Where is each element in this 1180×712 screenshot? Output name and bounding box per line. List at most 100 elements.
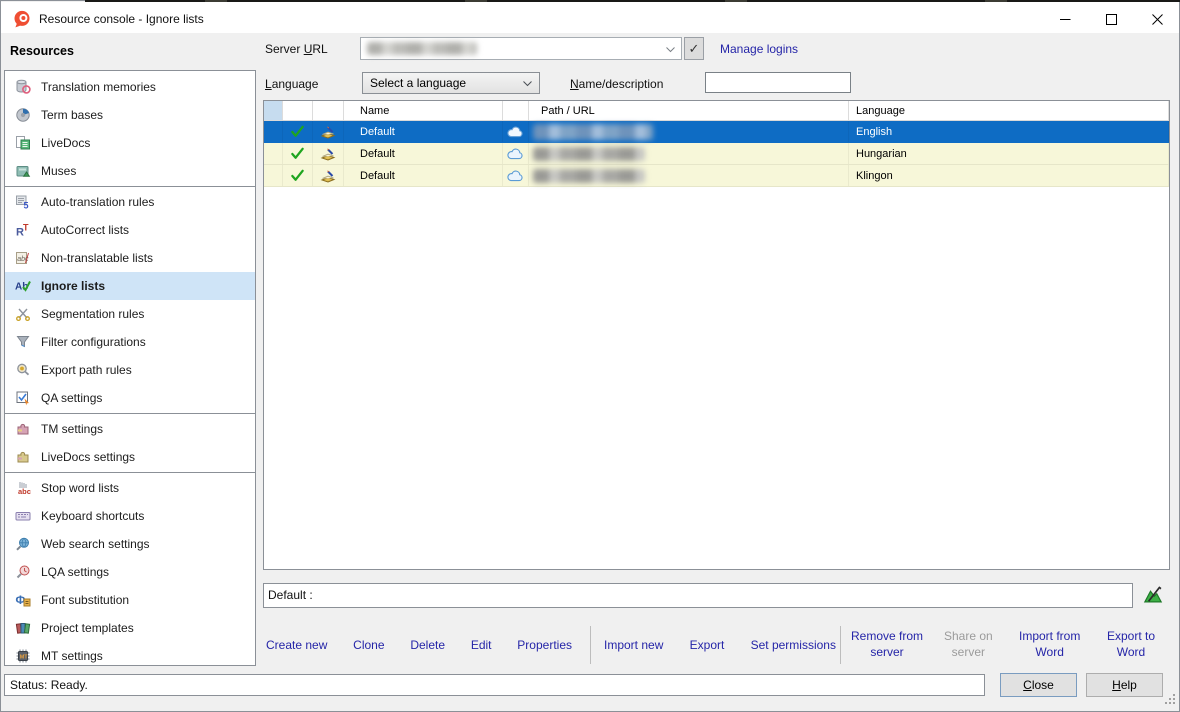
set-permissions-button[interactable]: Set permissions	[751, 638, 836, 652]
cell-name: Default	[344, 143, 503, 164]
close-button[interactable]: Close	[1000, 673, 1077, 697]
create-new-button[interactable]: Create new	[266, 638, 327, 652]
sidebar-item-filter-configurations[interactable]: Filter configurations	[5, 328, 255, 356]
keyboard-shortcuts-icon	[14, 508, 32, 524]
sidebar-item-translation-memories[interactable]: Translation memories	[5, 73, 255, 101]
sidebar-item-muses[interactable]: Muses	[5, 157, 255, 185]
cloud-icon	[503, 165, 529, 186]
sidebar-item-font-substitution[interactable]: Φ Font substitution	[5, 586, 255, 614]
minimize-icon	[1060, 14, 1071, 25]
sidebar-item-label: Term bases	[41, 108, 103, 122]
sidebar-item-label: LiveDocs settings	[41, 450, 135, 464]
minimize-button[interactable]	[1042, 4, 1088, 34]
import-new-button[interactable]: Import new	[604, 638, 663, 652]
clone-button[interactable]: Clone	[353, 638, 384, 652]
sidebar-item-label: Filter configurations	[41, 335, 146, 349]
sidebar-item-label: MT settings	[41, 649, 103, 663]
sidebar-item-lqa-settings[interactable]: LQA settings	[5, 558, 255, 586]
command-separator	[590, 626, 591, 664]
resource-table: Name Path / URL Language Default English	[263, 100, 1170, 570]
sidebar-item-keyboard-shortcuts[interactable]: Keyboard shortcuts	[5, 502, 255, 530]
header-selector-cell[interactable]	[264, 101, 283, 120]
sidebar-item-livedocs[interactable]: LiveDocs	[5, 129, 255, 157]
livedocs-icon	[14, 135, 32, 151]
window-title: Resource console - Ignore lists	[39, 12, 204, 26]
sidebar-item-autocorrect-lists[interactable]: R T AutoCorrect lists	[5, 216, 255, 244]
sidebar-item-term-bases[interactable]: Term bases	[5, 101, 255, 129]
row-selector-cell	[264, 143, 283, 164]
header-cloud-cell[interactable]	[503, 101, 529, 120]
sidebar-item-label: LiveDocs	[41, 136, 90, 150]
export-button[interactable]: Export	[690, 638, 725, 652]
sidebar-item-label: Stop word lists	[41, 481, 119, 495]
sidebar-item-livedocs-settings[interactable]: LiveDocs settings	[5, 443, 255, 471]
status-bar: Status: Ready.	[4, 674, 985, 696]
cell-path-redacted	[529, 143, 849, 164]
manage-logins-link[interactable]: Manage logins	[720, 42, 798, 56]
import-from-word-button[interactable]: Import from Word	[1011, 629, 1089, 660]
sidebar-item-mt-settings[interactable]: MT MT settings	[5, 642, 255, 670]
livedocs-settings-icon	[14, 449, 32, 465]
sidebar-item-export-path-rules[interactable]: Export path rules	[5, 356, 255, 384]
sidebar-item-non-translatable-lists[interactable]: abc Non-translatable lists	[5, 244, 255, 272]
sidebar-item-web-search-settings[interactable]: Web search settings	[5, 530, 255, 558]
auto-translation-rules-icon: 5	[14, 194, 32, 210]
description-box[interactable]: Default :	[263, 583, 1133, 608]
ignore-list-resource-icon	[313, 121, 344, 142]
memoq-app-icon	[13, 10, 31, 28]
remove-from-server-button[interactable]: Remove from server	[848, 629, 926, 660]
server-url-confirm-button[interactable]: ✓	[684, 37, 704, 60]
cell-name: Default	[344, 165, 503, 186]
muses-icon	[14, 163, 32, 179]
sidebar-item-auto-translation-rules[interactable]: 5 Auto-translation rules	[5, 188, 255, 216]
header-path-url[interactable]: Path / URL	[529, 101, 849, 120]
segmentation-rules-icon	[14, 306, 32, 322]
command-group-server: Remove from server Share on server Impor…	[848, 627, 1170, 663]
server-url-combobox[interactable]	[360, 37, 682, 60]
close-window-button[interactable]	[1134, 4, 1180, 34]
language-select[interactable]: Select a language	[362, 72, 540, 94]
sidebar-item-ignore-lists[interactable]: Ab Ignore lists	[5, 272, 255, 300]
header-icon-cell[interactable]	[313, 101, 344, 120]
header-name[interactable]: Name	[344, 101, 503, 120]
check-icon: ✓	[689, 41, 700, 57]
sidebar-item-label: Auto-translation rules	[41, 195, 154, 209]
header-check-cell[interactable]	[283, 101, 313, 120]
chevron-down-icon	[666, 42, 675, 56]
export-to-word-button[interactable]: Export to Word	[1092, 629, 1170, 660]
table-row[interactable]: Default Hungarian	[264, 143, 1169, 165]
delete-button[interactable]: Delete	[410, 638, 445, 652]
sidebar-separator	[5, 186, 255, 187]
resize-grip[interactable]	[1165, 694, 1176, 708]
sidebar-item-segmentation-rules[interactable]: Segmentation rules	[5, 300, 255, 328]
name-description-input[interactable]	[705, 72, 851, 93]
ignore-list-edit-icon	[1142, 584, 1164, 606]
sidebar-item-label: Non-translatable lists	[41, 251, 153, 265]
name-description-label: Name/description	[570, 77, 663, 91]
sidebar-item-label: TM settings	[41, 422, 103, 436]
cell-path-redacted	[529, 121, 849, 142]
ignore-list-resource-icon	[313, 165, 344, 186]
tm-settings-icon	[14, 421, 32, 437]
sidebar-item-stop-word-lists[interactable]: abc Stop word lists	[5, 474, 255, 502]
server-url-redacted-value	[367, 42, 477, 55]
sidebar-item-qa-settings[interactable]: QA settings	[5, 384, 255, 412]
sidebar-item-label: Export path rules	[41, 363, 132, 377]
language-select-value: Select a language	[370, 76, 466, 90]
table-row[interactable]: Default English	[264, 121, 1169, 143]
sidebar-item-project-templates[interactable]: Project templates	[5, 614, 255, 642]
chevron-down-icon	[523, 76, 532, 90]
header-language[interactable]: Language	[849, 101, 1169, 120]
cell-name: Default	[344, 121, 503, 142]
help-button[interactable]: Help	[1086, 673, 1163, 697]
checkmark-icon	[283, 121, 313, 142]
table-row[interactable]: Default Klingon	[264, 165, 1169, 187]
resources-sidebar: Translation memories Term bases LiveDocs	[4, 70, 256, 666]
svg-text:MT: MT	[20, 654, 29, 660]
sidebar-item-tm-settings[interactable]: TM settings	[5, 415, 255, 443]
edit-button[interactable]: Edit	[471, 638, 492, 652]
cell-language: Hungarian	[849, 143, 1169, 164]
maximize-button[interactable]	[1088, 4, 1134, 34]
row-selector-cell	[264, 165, 283, 186]
properties-button[interactable]: Properties	[517, 638, 572, 652]
